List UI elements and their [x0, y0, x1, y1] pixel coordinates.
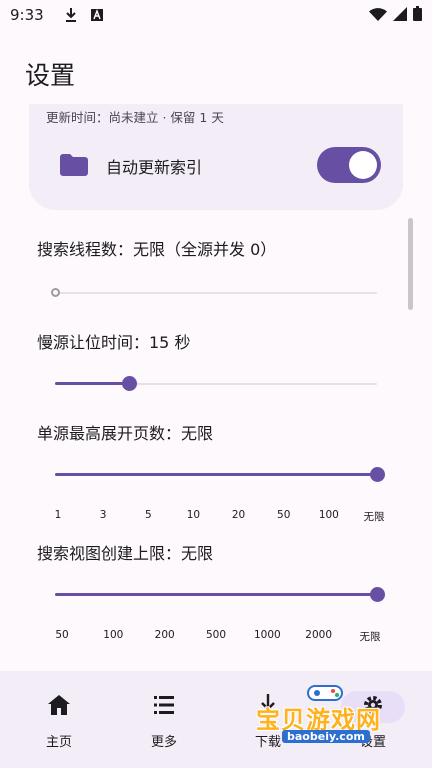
nav-item-settings[interactable]: 设置	[319, 671, 427, 768]
tick-label: 2000	[305, 629, 333, 641]
slider-thumb[interactable]	[51, 288, 60, 297]
nav-label-download: 下载	[254, 735, 281, 750]
nav-label-home: 主页	[45, 735, 72, 750]
gear-icon	[362, 694, 384, 720]
home-icon	[48, 695, 70, 719]
nav-item-more[interactable]: 更多	[110, 671, 218, 768]
max-pages-label: 单源最高展开页数：无限	[37, 424, 214, 443]
tick-label: 100	[318, 509, 339, 521]
page-title: 设置	[25, 61, 76, 90]
nav-label-more: 更多	[150, 735, 177, 750]
signal-icon	[393, 6, 407, 25]
slider-thumb[interactable]	[122, 376, 138, 391]
tick-label: 无限	[363, 511, 385, 523]
tick-label: 10	[186, 509, 201, 521]
view-limit-label: 搜索视图创建上限：无限	[37, 544, 214, 563]
tick-label: 3	[99, 509, 107, 521]
nav-label-settings: 设置	[359, 735, 386, 750]
auto-update-label: 自动更新索引	[106, 158, 203, 177]
wifi-icon	[369, 7, 387, 25]
tick-label: 50	[277, 509, 291, 521]
max-pages-ticks: 1 3 5 10 20 50 100 无限	[54, 509, 385, 523]
status-bar: 9:33	[0, 0, 432, 30]
a-box-icon	[90, 8, 104, 22]
tick-label: 200	[154, 629, 175, 641]
tick-label: 1000	[253, 629, 281, 641]
slider-track	[55, 292, 377, 294]
battery-icon	[413, 6, 422, 25]
status-time: 9:33	[10, 6, 44, 24]
view-limit-ticks: 50 100 200 500 1000 2000 无限	[55, 629, 380, 643]
nav-icon-container	[341, 691, 405, 723]
tick-label: 20	[231, 509, 246, 521]
nav-icon-container	[132, 691, 196, 723]
slider-active-track	[55, 593, 377, 596]
download-icon	[259, 694, 277, 720]
tick-label: 100	[103, 629, 124, 641]
slider-active-track	[55, 382, 130, 385]
slider-thumb[interactable]	[370, 587, 385, 602]
view-limit-slider[interactable]	[55, 585, 385, 605]
index-update-time: 更新时间：尚未建立 · 保留 1 天	[46, 110, 224, 125]
download-icon	[64, 8, 78, 22]
threads-label: 搜索线程数：无限（全源并发 0）	[37, 240, 277, 259]
slow-yield-slider[interactable]	[55, 374, 377, 394]
threads-slider[interactable]	[51, 283, 377, 303]
max-pages-slider[interactable]	[55, 465, 385, 485]
tick-label: 1	[54, 509, 62, 521]
bottom-nav: 主页 更多 下载 设置	[0, 671, 432, 768]
tick-label: 50	[55, 629, 69, 641]
index-card: 更新时间：尚未建立 · 保留 1 天 自动更新索引	[29, 104, 403, 210]
nav-icon-container	[236, 691, 300, 723]
tick-label: 500	[205, 629, 227, 641]
folder-icon	[60, 154, 88, 176]
slow-yield-label: 慢源让位时间：15 秒	[37, 333, 191, 352]
nav-item-home[interactable]: 主页	[5, 671, 113, 768]
nav-item-download[interactable]: 下载	[214, 671, 322, 768]
tick-label: 无限	[359, 631, 381, 643]
list-icon	[154, 696, 174, 718]
nav-icon-container	[27, 691, 91, 723]
tick-label: 5	[144, 509, 152, 521]
slider-thumb[interactable]	[370, 467, 385, 482]
slider-active-track	[55, 473, 377, 476]
switch-thumb	[349, 151, 377, 179]
scrollbar[interactable]	[408, 218, 413, 310]
auto-update-switch[interactable]	[317, 147, 381, 183]
